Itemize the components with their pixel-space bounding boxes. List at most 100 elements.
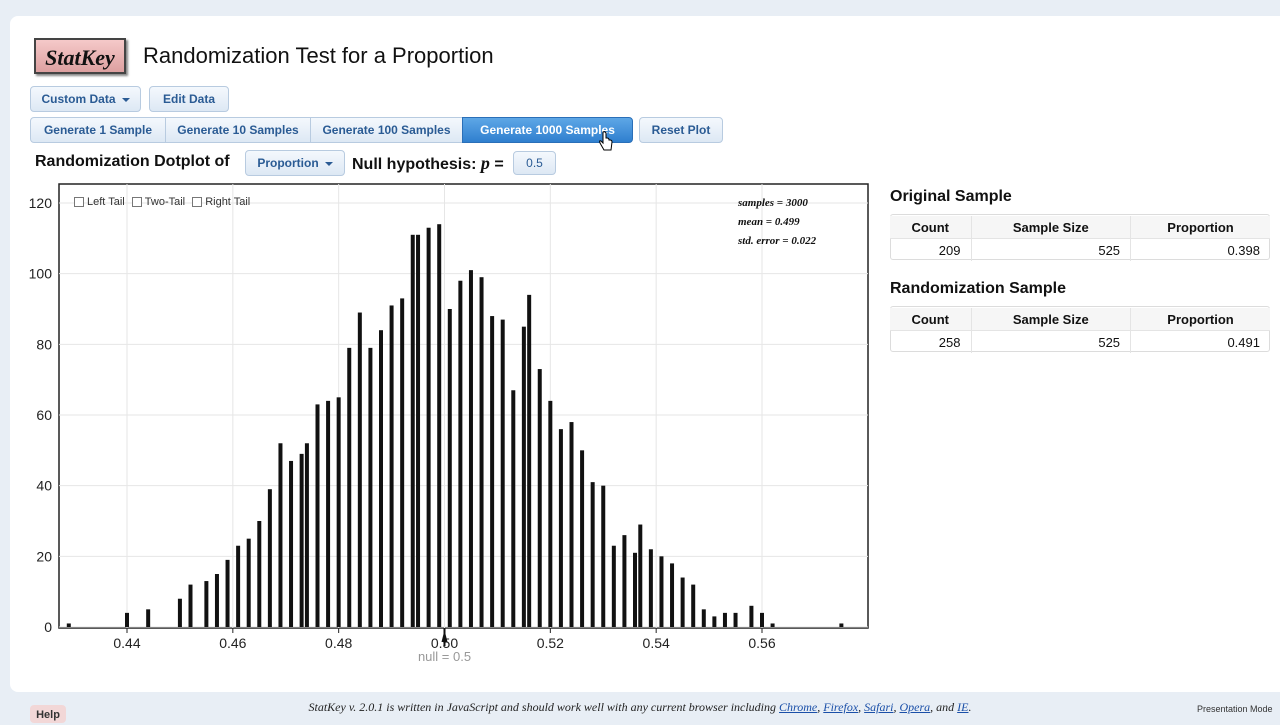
presentation-mode-toggle[interactable]: Presentation Mode <box>1197 704 1273 714</box>
x-tick-label: 0.54 <box>643 635 670 651</box>
y-tick-label: 120 <box>29 195 53 211</box>
dot-stack-bar <box>558 429 563 627</box>
dot-stack-bar <box>468 270 473 627</box>
dot-stack-bar <box>500 319 505 627</box>
dot-stack-bar <box>257 521 262 627</box>
dot-stack-bar <box>701 609 706 627</box>
cell-sample-size: 525 <box>970 330 1131 353</box>
right-tail-option[interactable]: Right Tail <box>192 196 250 208</box>
table-header-row: Count Sample Size Proportion <box>890 216 1270 239</box>
dot-stack-bar <box>691 584 696 627</box>
dot-stack-bar <box>267 489 272 627</box>
col-sample-size: Sample Size <box>970 308 1131 331</box>
dot-stack-bar <box>66 623 71 627</box>
dot-stack-bar <box>590 482 595 627</box>
dot-stack-bar <box>416 234 421 628</box>
dot-stack-bar <box>458 280 463 627</box>
dot-stack-bar <box>214 574 219 627</box>
y-tick-label: 40 <box>36 478 52 494</box>
dot-stack-bar <box>622 535 627 627</box>
tail-options: Left Tail Two-Tail Right Tail <box>74 196 254 208</box>
dot-stack-bar <box>236 545 241 627</box>
dot-stack-bar <box>770 623 775 627</box>
dot-stack-bar <box>670 563 675 627</box>
cell-count: 209 <box>890 238 971 261</box>
link-ie[interactable]: IE <box>957 700 968 714</box>
x-tick-label: 0.52 <box>537 635 564 651</box>
dot-stack-bar <box>611 545 616 627</box>
col-count: Count <box>890 308 971 331</box>
dot-stack-bar <box>733 612 738 627</box>
dot-stack-bar <box>389 305 394 627</box>
col-count: Count <box>890 216 971 239</box>
dot-stack-bar <box>638 524 643 627</box>
dot-stack-bar <box>760 612 764 627</box>
right-tail-checkbox[interactable] <box>192 197 203 208</box>
dot-stack-bar <box>548 400 553 627</box>
dot-stack-bar <box>722 612 727 627</box>
randomization-sample-title: Randomization Sample <box>890 280 1067 297</box>
summary-stats: samples = 3000 mean = 0.499 std. error =… <box>738 194 816 251</box>
dot-stack-bar <box>299 453 304 627</box>
left-tail-label: Left Tail <box>87 196 125 208</box>
x-tick-label: 0.46 <box>219 635 246 651</box>
dot-stack-bar <box>326 400 331 627</box>
dot-stack-bar <box>839 623 844 627</box>
dot-stack-bar <box>379 330 383 627</box>
cell-count: 258 <box>890 330 971 353</box>
footer-suffix: . <box>968 700 972 714</box>
left-tail-option[interactable]: Left Tail <box>74 196 125 208</box>
dot-stack-bar <box>659 556 664 627</box>
dot-stack-bar <box>357 312 362 627</box>
x-tick-label: 0.44 <box>113 635 140 651</box>
footer: StatKey v. 2.0.1 is written in JavaScrip… <box>308 700 972 714</box>
dot-stack-bar <box>447 309 452 627</box>
dot-stack-bar <box>278 443 283 627</box>
dot-stack-bar <box>246 538 251 627</box>
dot-stack-bar <box>490 316 495 627</box>
dot-stack-bar <box>315 404 320 627</box>
dot-stack-bar <box>368 347 373 627</box>
col-proportion: Proportion <box>1130 216 1270 239</box>
dot-stack-bar <box>521 326 526 627</box>
dot-stack-bar <box>749 605 754 627</box>
original-sample-title: Original Sample <box>890 188 1012 205</box>
dot-stack-bar <box>410 234 415 628</box>
dot-stack-bar <box>289 460 294 627</box>
right-tail-label: Right Tail <box>205 196 251 208</box>
dot-stack-bar <box>537 369 542 627</box>
two-tail-option[interactable]: Two-Tail <box>131 196 186 208</box>
dot-stack-bar <box>225 559 230 627</box>
dot-stack-bar <box>680 577 685 627</box>
dot-stack-bar <box>336 397 341 627</box>
cell-sample-size: 525 <box>970 238 1131 261</box>
link-safari[interactable]: Safari <box>864 700 893 714</box>
link-chrome[interactable]: Chrome <box>779 700 817 714</box>
dot-stack-bar <box>146 609 151 627</box>
dot-stack-bar <box>125 612 129 627</box>
null-marker-label: null = 0.5 <box>418 649 471 664</box>
dot-stack-bar <box>527 294 532 627</box>
dot-stack-bar <box>204 581 209 627</box>
link-firefox[interactable]: Firefox <box>823 700 858 714</box>
footer-text: StatKey v. 2.0.1 is written in JavaScrip… <box>308 700 777 714</box>
y-tick-label: 60 <box>36 407 52 423</box>
table-row: 209 525 0.398 <box>890 238 1270 261</box>
y-tick-label: 80 <box>36 336 52 352</box>
y-tick-label: 100 <box>29 266 53 282</box>
dot-stack-bar <box>426 227 431 627</box>
two-tail-label: Two-Tail <box>144 196 186 208</box>
left-tail-checkbox[interactable] <box>74 197 84 208</box>
dot-stack-bar <box>437 224 442 627</box>
dot-stack-bar <box>177 598 182 627</box>
two-tail-checkbox[interactable] <box>131 197 142 208</box>
dot-stack-bar <box>601 485 606 627</box>
x-tick-label: 0.48 <box>325 635 352 651</box>
link-opera[interactable]: Opera <box>899 700 930 714</box>
col-sample-size: Sample Size <box>970 216 1131 239</box>
dot-stack-bar <box>188 584 193 627</box>
dotplot-chart: 0204060801001200.440.460.480.500.520.540… <box>29 183 869 664</box>
stat-samples: samples = 3000 <box>738 197 808 209</box>
original-sample-table: Count Sample Size Proportion 209 525 0.3… <box>890 216 1270 261</box>
table-row: 258 525 0.491 <box>890 330 1270 353</box>
